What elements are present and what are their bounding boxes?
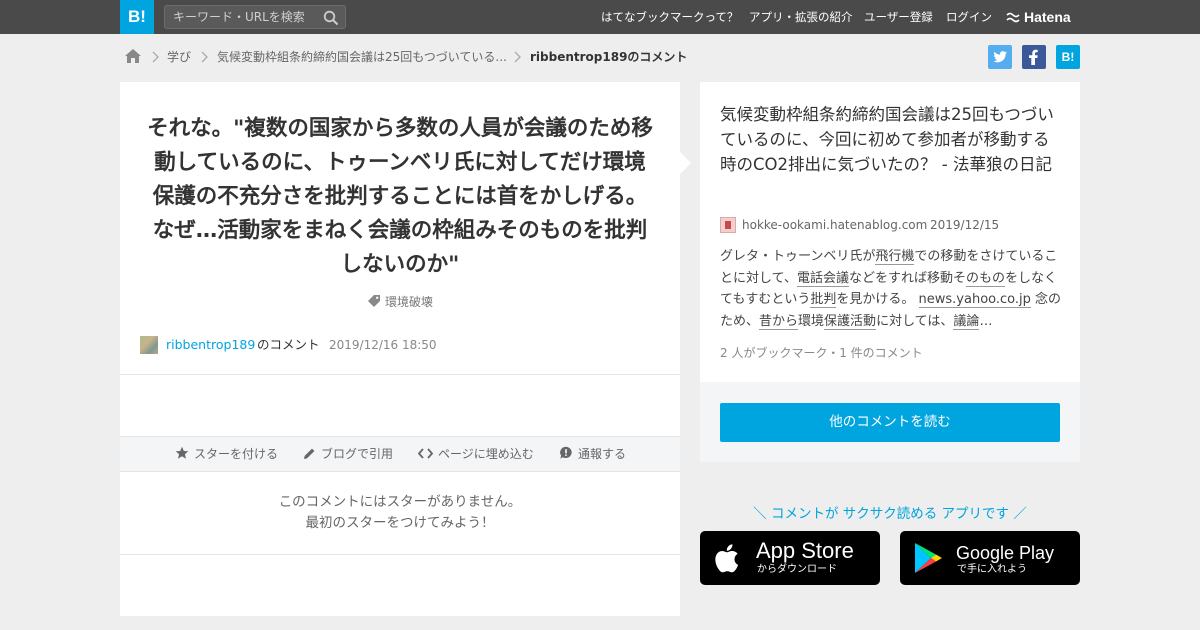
hatena-bookmark-logo[interactable]: B! — [120, 0, 154, 34]
app-catchphrase: ＼ コメントが サクサク読める アプリです ／ — [753, 506, 1027, 522]
breadcrumb-current: ribbentrop189のコメント — [530, 50, 688, 64]
add-star-button[interactable]: スターを付ける — [175, 437, 278, 471]
no-star-message: このコメントにはスターがありません。 最初のスターをつけてみよう！ — [120, 492, 680, 534]
google-play-name: Google Play — [956, 543, 1055, 563]
desc-text: … — [979, 313, 993, 329]
comment-card: それな。"複数の国家から多数の人員が会議のため移動しているのに、トゥーンベリ氏に… — [120, 82, 680, 616]
no-star-line-2: 最初のスターをつけてみよう！ — [305, 515, 495, 531]
card-pointer — [680, 152, 691, 174]
entry-domain-link[interactable]: hokke-ookami.hatenablog.com — [742, 216, 927, 234]
nav-apps[interactable]: アプリ・拡張の紹介 — [749, 0, 853, 34]
quote-in-blog-label: ブログで引用 — [321, 447, 394, 461]
desc-text: 環境 — [798, 313, 825, 329]
search-input[interactable] — [173, 8, 313, 26]
keyword-link[interactable]: 電話会議 — [796, 270, 849, 287]
desc-text: に対しては、 — [876, 313, 954, 329]
share-hatena-bookmark-button[interactable]: B! — [1056, 45, 1080, 69]
entry-title-link[interactable]: 気候変動枠組条約締約国会議は25回もつづいているのに、今回に初めて参加者が移動す… — [720, 102, 1062, 177]
embed-button[interactable]: ページに埋め込む — [418, 437, 534, 471]
pencil-icon — [304, 448, 315, 459]
no-star-line-1: このコメントにはスターがありません。 — [278, 494, 522, 510]
keyword-link[interactable]: 批判 — [810, 292, 837, 308]
desc-text: を見かける。 — [836, 292, 919, 307]
keyword-link[interactable]: のもの — [966, 270, 1006, 287]
desc-text: グレタ・トゥーンベリ氏が — [720, 249, 876, 264]
tag-label: 環境破壊 — [384, 295, 433, 309]
chevron-right-icon — [201, 51, 208, 63]
app-store-badge[interactable]: App Store からダウンロード — [700, 531, 880, 585]
comment-action-bar: スターを付ける ブログで引用 ページに埋め込む 通報する — [120, 436, 680, 472]
comment-tag[interactable]: 環境破壊 — [120, 293, 680, 310]
embed-label: ページに埋め込む — [438, 447, 534, 461]
facebook-icon — [1029, 49, 1038, 65]
entry-card: 気候変動枠組条約締約国会議は25回もつづいているのに、今回に初めて参加者が移動す… — [700, 82, 1080, 382]
comment-text: それな。"複数の国家から多数の人員が会議のため移動しているのに、トゥーンベリ氏に… — [147, 116, 653, 277]
comment-date[interactable]: 2019/12/16 18:50 — [329, 336, 437, 354]
report-icon — [560, 446, 572, 459]
google-play-badge[interactable]: Google Play で手に入れよう — [900, 531, 1080, 585]
avatar[interactable] — [140, 336, 158, 354]
report-label: 通報する — [578, 447, 627, 461]
nav-about[interactable]: はてなブックマークって？ — [601, 0, 738, 34]
nav-login[interactable]: ログイン — [946, 0, 992, 34]
hatena-brand-link[interactable]: Hatena — [1006, 0, 1071, 34]
breadcrumb-entry[interactable]: 気候変動枠組条約締約国会議は25回もつづいている... — [217, 46, 507, 68]
quote-in-blog-button[interactable]: ブログで引用 — [303, 437, 393, 471]
nav-register[interactable]: ユーザー登録 — [864, 0, 933, 34]
add-star-label: スターを付ける — [194, 447, 279, 461]
site-favicon — [720, 217, 736, 233]
code-icon — [418, 448, 433, 459]
app-store-name: App Store — [756, 538, 854, 563]
share-twitter-button[interactable] — [988, 45, 1012, 69]
keyword-link[interactable]: 飛行機 — [875, 249, 915, 265]
entry-date: 2019/12/15 — [930, 218, 1000, 232]
author-name-link[interactable]: ribbentrop189 — [166, 336, 255, 354]
keyword-link[interactable]: 昔から — [759, 313, 799, 330]
chevron-right-icon — [514, 51, 521, 63]
author-suffix: のコメント — [257, 337, 320, 352]
tag-icon — [367, 295, 380, 307]
hatena-brand-text: Hatena — [1024, 9, 1071, 25]
keyword-link[interactable]: 議論 — [953, 313, 980, 330]
apple-icon — [715, 544, 739, 573]
share-facebook-button[interactable] — [1022, 45, 1046, 69]
divider — [120, 374, 680, 375]
breadcrumb-category[interactable]: 学び — [167, 46, 191, 68]
search-icon[interactable] — [323, 10, 339, 26]
app-store-sub: からダウンロード — [757, 564, 837, 575]
desc-text: などをすれば移動そ — [848, 270, 966, 286]
keyword-link[interactable]: 保護活動 — [824, 313, 877, 330]
star-icon — [175, 446, 189, 459]
top-bar: B! はてなブックマークって？ アプリ・拡張の紹介 ユーザー登録 ログイン Ha… — [0, 0, 1200, 34]
entry-description: グレタ・トゥーンベリ氏が飛行機での移動をさけていることに対して、電話会議などをす… — [720, 246, 1062, 332]
entry-card-footer: 他のコメントを読む — [700, 382, 1080, 462]
read-other-comments-button[interactable]: 他のコメントを読む — [720, 403, 1060, 442]
keyword-link[interactable]: news.yahoo.co.jp — [918, 292, 1031, 308]
google-play-sub: で手に入れよう — [957, 564, 1027, 575]
home-icon[interactable] — [124, 48, 142, 64]
google-play-icon — [915, 543, 942, 573]
divider — [120, 554, 680, 555]
report-button[interactable]: 通報する — [559, 437, 626, 471]
search-box[interactable] — [164, 5, 346, 29]
chevron-right-icon — [152, 51, 159, 63]
hatena-wave-icon — [1006, 13, 1020, 23]
twitter-icon — [993, 51, 1007, 63]
bookmark-count-link[interactable]: 2 人がブックマーク・1 件のコメント — [720, 344, 923, 361]
